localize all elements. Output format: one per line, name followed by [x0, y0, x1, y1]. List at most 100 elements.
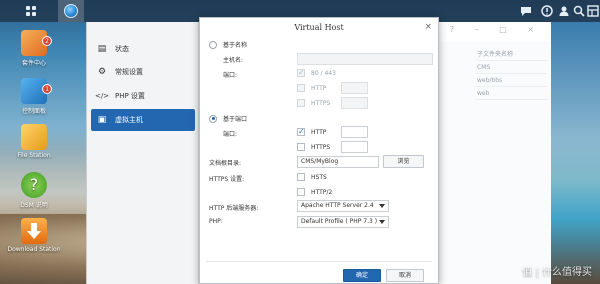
shortcut-label: 套件中心 — [21, 60, 46, 67]
shortcut-label: 控制面板 — [21, 108, 46, 115]
sidebar-item-status[interactable]: ▤ 状态 — [91, 38, 195, 60]
sidebar-item-label: 状态 — [115, 45, 129, 53]
desktop-right-area — [551, 22, 600, 284]
hostname-label: 主机名: — [223, 57, 244, 64]
download-station-shortcut[interactable]: Download Station — [6, 218, 62, 253]
code-icon: </> — [94, 92, 110, 100]
web-station-icon[interactable] — [58, 0, 84, 22]
name-based-option[interactable]: 基于名称 — [209, 40, 247, 49]
file-station-shortcut[interactable]: File Station — [6, 124, 62, 159]
control-panel-shortcut[interactable]: 1 控制面板 — [6, 78, 62, 115]
dsm-help-shortcut[interactable]: ? DSM 说明 — [6, 172, 62, 209]
port-label: 端口: — [223, 72, 238, 79]
folder-icon — [21, 124, 47, 150]
notification-badge: 1 — [42, 84, 52, 94]
php-profile-select[interactable]: Default Profile ( PHP 7.3 ) — [297, 216, 389, 228]
port-based-label: 基于端口 — [223, 116, 248, 123]
port-http-field[interactable] — [341, 126, 368, 138]
window-controls[interactable]: ? – □ × — [450, 25, 543, 34]
sidebar-item-label: 虚拟主机 — [115, 116, 143, 124]
http2-checkbox[interactable] — [297, 188, 305, 196]
php-profile-value: Default Profile ( PHP 7.3 ) — [301, 218, 378, 225]
port-http-label: HTTP — [311, 128, 327, 136]
https-settings-row: HTTPS 设置: — [209, 174, 244, 183]
http-backend-row: HTTP 后端服务器: — [209, 203, 258, 212]
table-cell[interactable]: web — [475, 87, 547, 100]
doc-root-row: 文档根目录: — [209, 158, 241, 167]
footer-divider — [206, 261, 432, 262]
name-http-checkbox[interactable] — [297, 84, 305, 92]
name-based-radio[interactable] — [209, 40, 217, 49]
port-based-option[interactable]: 基于端口 — [209, 114, 247, 123]
virtual-host-icon: ▣ — [97, 115, 107, 125]
https-settings-label: HTTPS 设置: — [209, 176, 245, 183]
cancel-button[interactable]: 取消 — [386, 269, 424, 282]
sidebar-item-virtual-host[interactable]: ▣ 虚拟主机 — [91, 109, 195, 131]
port-https-field[interactable] — [341, 141, 368, 153]
gear-icon: ⚙ — [97, 67, 107, 77]
table-cell[interactable]: web/bbs — [475, 74, 547, 87]
window-sidebar: ▤ 状态 ⚙ 常规设置 </> PHP 设置 ▣ 虚拟主机 — [87, 22, 199, 284]
name-https-port-field[interactable] — [341, 97, 368, 109]
name-http-option[interactable]: HTTP — [297, 84, 326, 92]
shortcut-label: DSM 说明 — [20, 202, 48, 209]
name-port-label-row: 端口: — [223, 70, 237, 79]
chevron-down-icon — [379, 220, 385, 224]
http2-label: HTTP/2 — [311, 188, 333, 196]
port-https-option[interactable]: HTTPS — [297, 143, 330, 151]
widgets-icon[interactable] — [580, 0, 600, 22]
column-header: 子文件夹名称 — [475, 48, 547, 61]
shortcut-label: File Station — [17, 152, 51, 159]
http-backend-value: Apache HTTP Server 2.4 — [301, 202, 374, 209]
sidebar-item-label: 常规设置 — [115, 68, 143, 76]
hsts-label: HSTS — [311, 173, 327, 181]
port-based-radio[interactable] — [209, 114, 217, 123]
hostname-row: 主机名: — [223, 55, 243, 64]
port-80-443-label: 80 / 443 — [311, 69, 336, 77]
ok-button[interactable]: 确定 — [343, 269, 381, 282]
http-backend-select[interactable]: Apache HTTP Server 2.4 — [297, 200, 389, 212]
name-http-port-field[interactable] — [341, 82, 368, 94]
virtual-host-dialog: Virtual Host × 基于名称 主机名: 端口: ✓ 80 / 443 … — [199, 17, 439, 284]
control-panel-icon: 1 — [21, 78, 52, 104]
sidebar-item-general[interactable]: ⚙ 常规设置 — [91, 61, 195, 83]
dialog-title: Virtual Host — [294, 23, 344, 32]
name-based-label: 基于名称 — [223, 42, 248, 49]
browse-button[interactable]: 浏览 — [383, 155, 424, 168]
port-80-443-option[interactable]: ✓ 80 / 443 — [297, 69, 336, 77]
port-80-443-checkbox[interactable]: ✓ — [297, 69, 305, 77]
watermark: 值 | 什么值得买 — [522, 267, 592, 278]
port-http-option[interactable]: ✓ HTTP — [297, 128, 326, 136]
notification-badge: 2 — [42, 36, 52, 46]
port-https-label: HTTPS — [311, 143, 331, 151]
doc-root-field[interactable]: CMS/MyBlog — [297, 156, 379, 168]
hsts-option[interactable]: HSTS — [297, 173, 327, 181]
port-label: 端口: — [223, 131, 238, 138]
port-https-checkbox[interactable] — [297, 143, 305, 151]
table-cell[interactable]: CMS — [475, 61, 547, 74]
status-icon: ▤ — [97, 44, 107, 54]
package-center-shortcut[interactable]: 2 套件中心 — [6, 30, 62, 67]
name-https-option[interactable]: HTTPS — [297, 99, 330, 107]
package-center-icon: 2 — [21, 30, 52, 56]
subfolder-column: 子文件夹名称 CMS web/bbs web — [475, 48, 547, 100]
name-https-label: HTTPS — [311, 99, 331, 107]
php-row: PHP: — [209, 218, 223, 225]
hostname-field[interactable] — [297, 53, 433, 65]
download-icon — [21, 218, 47, 244]
sidebar-item-php[interactable]: </> PHP 设置 — [91, 85, 195, 107]
name-https-checkbox[interactable] — [297, 99, 305, 107]
main-menu-icon[interactable] — [18, 0, 44, 22]
port-label-row: 端口: — [223, 129, 237, 138]
name-http-label: HTTP — [311, 84, 327, 92]
http-backend-label: HTTP 后端服务器: — [209, 205, 259, 212]
doc-root-label: 文档根目录: — [209, 160, 242, 167]
shortcut-label: Download Station — [7, 246, 61, 253]
chevron-down-icon — [379, 204, 385, 208]
port-http-checkbox[interactable]: ✓ — [297, 128, 305, 136]
hsts-checkbox[interactable] — [297, 173, 305, 181]
sidebar-item-label: PHP 设置 — [115, 92, 145, 100]
help-icon: ? — [21, 172, 47, 198]
close-icon[interactable]: × — [424, 22, 432, 32]
http2-option[interactable]: HTTP/2 — [297, 188, 332, 196]
